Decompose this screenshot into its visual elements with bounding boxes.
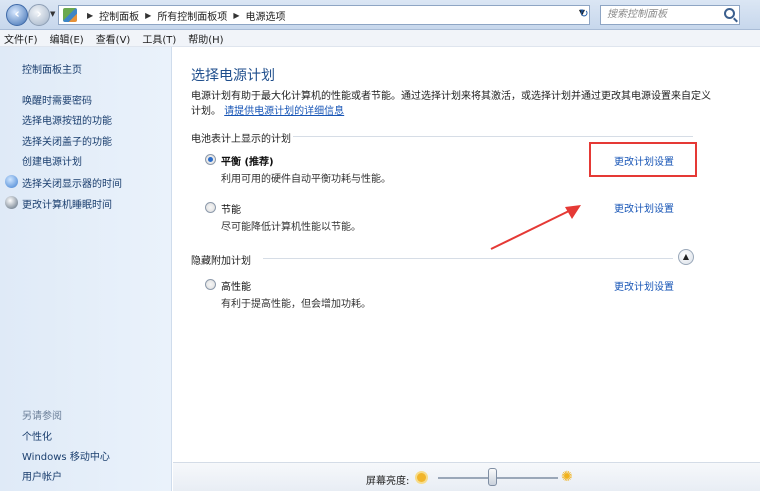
sidebar-item-display-off[interactable]: 选择关闭显示器的时间 xyxy=(22,175,122,190)
page-description: 电源计划有助于最大化计算机的性能或者节能。通过选择计划来将其激活，或选择计划并通… xyxy=(191,89,711,119)
battery-meter-heading: 电池表计上显示的计划 xyxy=(191,134,291,145)
back-icon[interactable]: ‹ xyxy=(6,4,28,26)
chevron-right-icon[interactable]: ▶ xyxy=(145,11,151,20)
menu-tools[interactable]: 工具(T) xyxy=(142,31,176,46)
search-placeholder: 搜索控制面板 xyxy=(607,9,667,20)
sidebar-item-lid-close[interactable]: 选择关闭盖子的功能 xyxy=(22,133,112,148)
menu-file[interactable]: 文件(F) xyxy=(4,31,38,46)
plan-power-saver-desc: 尽可能降低计算机性能以节能。 xyxy=(221,222,361,233)
page-title: 选择电源计划 xyxy=(191,68,275,84)
plan-power-saver-change-link[interactable]: 更改计划设置 xyxy=(614,200,674,215)
hidden-plans-heading: 隐藏附加计划 xyxy=(191,256,251,267)
plan-balanced-desc: 利用可用的硬件自动平衡功耗与性能。 xyxy=(221,174,391,185)
brightness-high-icon: ✺ xyxy=(561,469,573,485)
sleep-icon xyxy=(5,196,18,209)
brightness-slider-thumb[interactable] xyxy=(487,468,497,486)
plan-high-performance-change-link[interactable]: 更改计划设置 xyxy=(614,278,674,293)
forward-icon[interactable]: › xyxy=(28,4,50,26)
plan-balanced-radio[interactable] xyxy=(205,154,216,165)
see-also-label: 另请参阅 xyxy=(22,411,62,422)
highlight-box xyxy=(589,142,697,177)
address-bar: ‹ › ▼ ▶ 控制面板 ▶ 所有控制面板项 ▶ 电源选项 ▼ ↻ 搜索控制面板 xyxy=(0,0,760,30)
annotation-arrow-icon xyxy=(490,205,581,250)
breadcrumb-item[interactable]: 电源选项 xyxy=(245,8,285,23)
chevron-up-icon[interactable]: ▲ xyxy=(678,249,694,265)
main-content: 选择电源计划 电源计划有助于最大化计算机的性能或者节能。通过选择计划来将其激活，… xyxy=(173,47,760,491)
sidebar-item-user-accounts[interactable]: 用户帐户 xyxy=(22,468,62,483)
menu-edit[interactable]: 编辑(E) xyxy=(50,31,84,46)
brightness-label: 屏幕亮度: xyxy=(366,476,410,487)
menu-view[interactable]: 查看(V) xyxy=(96,31,131,46)
plan-balanced-name[interactable]: 平衡 (推荐) xyxy=(221,153,274,168)
sidebar: 控制面板主页 唤醒时需要密码 选择电源按钮的功能 选择关闭盖子的功能 创建电源计… xyxy=(0,47,172,491)
sidebar-item-sleep-time[interactable]: 更改计算机睡眠时间 xyxy=(22,196,112,211)
menu-bar: 文件(F) 编辑(E) 查看(V) 工具(T) 帮助(H) xyxy=(0,30,760,47)
plan-details-link[interactable]: 请提供电源计划的详细信息 xyxy=(224,106,344,117)
breadcrumb-item[interactable]: 所有控制面板项 xyxy=(157,8,227,23)
brightness-low-icon xyxy=(417,473,426,482)
menu-help[interactable]: 帮助(H) xyxy=(188,31,223,46)
plan-high-performance-desc: 有利于提高性能，但会增加功耗。 xyxy=(221,299,371,310)
brightness-bar: 屏幕亮度: ✺ xyxy=(173,462,760,491)
plan-power-saver-radio[interactable] xyxy=(205,202,216,213)
search-icon[interactable] xyxy=(724,8,735,19)
chevron-right-icon[interactable]: ▶ xyxy=(87,11,93,20)
sidebar-item-wake-password[interactable]: 唤醒时需要密码 xyxy=(22,92,92,107)
display-icon xyxy=(5,175,18,188)
plan-power-saver-name[interactable]: 节能 xyxy=(221,201,241,216)
sidebar-item-personalization[interactable]: 个性化 xyxy=(22,428,52,443)
refresh-icon[interactable]: ↻ xyxy=(574,5,594,25)
divider xyxy=(263,258,673,259)
sidebar-item-mobility-center[interactable]: Windows 移动中心 xyxy=(22,448,110,463)
breadcrumb-item[interactable]: 控制面板 xyxy=(99,8,139,23)
plan-high-performance-radio[interactable] xyxy=(205,279,216,290)
sidebar-item-power-button[interactable]: 选择电源按钮的功能 xyxy=(22,112,112,127)
breadcrumb[interactable]: ▶ 控制面板 ▶ 所有控制面板项 ▶ 电源选项 ▼ xyxy=(58,5,590,25)
search-input[interactable]: 搜索控制面板 xyxy=(600,5,740,25)
plan-high-performance-name[interactable]: 高性能 xyxy=(221,278,251,293)
sidebar-item-create-plan[interactable]: 创建电源计划 xyxy=(22,153,82,168)
sidebar-item-home[interactable]: 控制面板主页 xyxy=(22,61,82,76)
chevron-right-icon[interactable]: ▶ xyxy=(233,11,239,20)
control-panel-icon xyxy=(63,8,77,22)
recent-pages-icon[interactable]: ▼ xyxy=(50,10,55,18)
brightness-slider[interactable] xyxy=(438,477,558,479)
divider xyxy=(293,136,693,137)
